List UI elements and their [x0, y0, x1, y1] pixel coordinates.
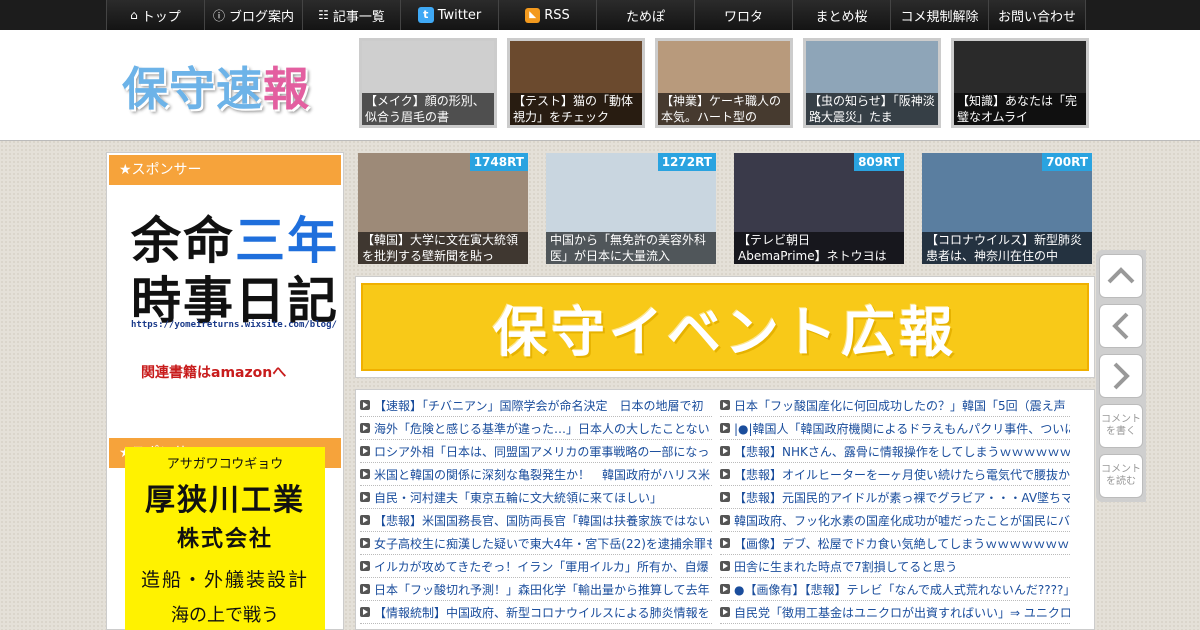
event-banner[interactable]: 保守イベント広報 — [355, 276, 1095, 378]
featured-thumb[interactable]: 【虫の知らせ】「阪神淡路大震災」たま — [803, 38, 941, 128]
play-bullet-icon — [360, 423, 370, 433]
article-lists: 【速報】「チバニアン」国際学会が命名決定 日本の地層で初 海外「危険と感じる基準… — [355, 389, 1095, 630]
ad-kana: アサガワコウギョウ — [166, 457, 284, 472]
list-item[interactable]: 【悲報】米国国務長官、国防両長官「韓国は扶養家族ではない — [360, 509, 712, 532]
rt-badge: 700RT — [1042, 153, 1092, 171]
site-logo[interactable]: 保守速報 — [122, 53, 310, 119]
play-bullet-icon — [360, 584, 370, 594]
home-icon: ⌂ — [130, 8, 138, 22]
chevron-right-icon — [1113, 362, 1130, 390]
read-comment-button[interactable]: コメントを読む — [1099, 454, 1143, 498]
nav-item-warota[interactable]: ワロタ — [694, 0, 792, 30]
ranking-item[interactable]: 1748RT 【韓国】大学に文在寅大統領を批判する壁新聞を貼っ — [358, 153, 528, 264]
scroll-top-button[interactable] — [1099, 254, 1143, 298]
sponsor-heading: ★スポンサー — [109, 155, 341, 185]
rt-ranking: 1748RT 【韓国】大学に文在寅大統領を批判する壁新聞を貼っ 1272RT 中国か… — [358, 153, 1092, 264]
nav-item-matome-sakura[interactable]: まとめ桜 — [792, 0, 890, 30]
featured-thumb[interactable]: 【知識】あなたは「完璧なオムライ — [951, 38, 1089, 128]
play-bullet-icon — [360, 492, 370, 502]
play-bullet-icon — [720, 561, 730, 571]
ranking-item[interactable]: 1272RT 中国から「無免許の美容外科医」が日本に大量流入 — [546, 153, 716, 264]
nav-item-tamepo[interactable]: ためぽ — [596, 0, 694, 30]
play-bullet-icon — [720, 538, 730, 548]
ad-company-name: 厚狭川工業 — [145, 483, 305, 518]
list-item[interactable]: 自民・河村建夫「東京五輪に文大統領に来てほしい」 — [360, 486, 712, 509]
list-icon: ☷ — [318, 8, 329, 22]
play-bullet-icon — [720, 584, 730, 594]
article-list-left: 【速報】「チバニアン」国際学会が命名決定 日本の地層で初 海外「危険と感じる基準… — [360, 394, 712, 624]
featured-thumb[interactable]: 【神業】ケーキ職人の本気。ハート型の — [655, 38, 793, 128]
site-header: 保守速報 【メイク】顔の形別、似合う眉毛の書 【テスト】猫の「動体視力」をチェッ… — [0, 30, 1200, 141]
play-bullet-icon — [720, 492, 730, 502]
list-item[interactable]: 米国と韓国の関係に深刻な亀裂発生か！ 韓国政府がハリス米 — [360, 463, 712, 486]
play-bullet-icon — [720, 607, 730, 617]
play-bullet-icon — [360, 538, 370, 548]
list-item[interactable]: 田舎に生まれた時点で7割損してると思う — [720, 555, 1070, 578]
nav-item-blog-guide[interactable]: ⓘ ブログ案内 — [204, 0, 302, 30]
ranking-item[interactable]: 700RT 【コロナウイルス】新型肺炎患者は、神奈川在住の中 — [922, 153, 1092, 264]
previous-button[interactable] — [1099, 304, 1143, 348]
list-item[interactable]: 【画像】デブ、松屋でドカ食い気絶してしまうｗｗｗｗｗｗｗ — [720, 532, 1070, 555]
chevron-left-icon — [1112, 312, 1129, 340]
list-item[interactable]: 【悲報】NHKさん、露骨に情報操作をしてしまうｗｗｗｗｗｗ — [720, 440, 1070, 463]
list-item[interactable]: ロシア外相「日本は、同盟国アメリカの軍事戦略の一部になっ — [360, 440, 712, 463]
ad-business: 造船・外艤装設計 — [140, 569, 309, 591]
nav-item-twitter[interactable]: t Twitter — [400, 0, 498, 30]
list-item[interactable]: |●|韓国人「韓国政府機関によるドラえもんパクリ事件、ついに — [720, 417, 1070, 440]
ad-corp-type: 株式会社 — [176, 527, 273, 552]
list-item[interactable]: 【悲報】オイルヒーターを一ヶ月使い続けたら電気代で腰抜か — [720, 463, 1070, 486]
list-item[interactable]: 【速報】「チバニアン」国際学会が命名決定 日本の地層で初 — [360, 394, 712, 417]
nav-item-contact[interactable]: お問い合わせ — [988, 0, 1086, 30]
ad-tagline: 海の上で戦う — [171, 605, 279, 626]
play-bullet-icon — [720, 515, 730, 525]
play-bullet-icon — [720, 469, 730, 479]
sponsor-ad-yomei[interactable]: 余命三年 時事日記 https://yomeireturns.wixsite.c… — [107, 185, 343, 405]
nav-item-rss[interactable]: ◣ RSS — [498, 0, 596, 30]
sponsor-ad-asagawa[interactable]: アサガワコウギョウ 厚狭川工業 株式会社 造船・外艤装設計 海の上で戦う — [125, 447, 325, 630]
list-item[interactable]: 日本「フッ酸切れ予測！」森田化学「輸出量から推算して去年 — [360, 578, 712, 601]
chevron-up-icon — [1107, 267, 1135, 284]
play-bullet-icon — [360, 469, 370, 479]
list-item[interactable]: 女子高校生に痴漢した疑いで東大4年・宮下岳(22)を逮捕余罪も — [360, 532, 712, 555]
top-nav-bar: ⌂ トップ ⓘ ブログ案内 ☷ 記事一覧 t Twitter ◣ RSS ためぽ ワロタ … — [0, 0, 1200, 30]
left-sidebar: ★スポンサー 余命三年 時事日記 https://yomeireturns.wi… — [106, 152, 344, 630]
list-item[interactable]: 【悲報】元国民的アイドルが素っ裸でグラビア・・・AV墜ちマ — [720, 486, 1070, 509]
nav-item-comment-unblock[interactable]: コメ規制解除 — [890, 0, 988, 30]
ranking-item[interactable]: 809RT 【テレビ朝日 AbemaPrime】ネトウヨは — [734, 153, 904, 264]
event-banner-image: 保守イベント広報 — [361, 283, 1089, 371]
nav-item-top[interactable]: ⌂ トップ — [106, 0, 204, 30]
list-item[interactable]: 韓国政府、フッ化水素の国産化成功が嘘だったことが国民にバ — [720, 509, 1070, 532]
list-item[interactable]: 自民党「徴用工基金はユニクロが出資すればいい」⇒ ユニクロ — [720, 601, 1070, 624]
play-bullet-icon — [360, 561, 370, 571]
list-item[interactable]: 日本「フッ酸国産化に何回成功したの？」韓国「5回（震え声 — [720, 394, 1070, 417]
featured-thumb[interactable]: 【メイク】顔の形別、似合う眉毛の書 — [359, 38, 497, 128]
rt-badge: 809RT — [854, 153, 904, 171]
ad-amazon-link[interactable]: 関連書籍はamazonへ — [141, 362, 286, 382]
twitter-icon: t — [417, 7, 434, 23]
article-list-right: 日本「フッ酸国産化に何回成功したの？」韓国「5回（震え声 |●|韓国人「韓国政府… — [720, 394, 1070, 624]
featured-thumb[interactable]: 【テスト】猫の「動体視力」をチェック — [507, 38, 645, 128]
rt-badge: 1748RT — [469, 153, 528, 171]
top-nav-menu: ⌂ トップ ⓘ ブログ案内 ☷ 記事一覧 t Twitter ◣ RSS ためぽ ワロタ … — [106, 0, 1086, 30]
next-button[interactable] — [1099, 354, 1143, 398]
play-bullet-icon — [360, 607, 370, 617]
write-comment-button[interactable]: コメントを書く — [1099, 404, 1143, 448]
list-item[interactable]: イルカが攻めてきたぞっ！イラン「軍用イルカ」所有か、自爆 — [360, 555, 712, 578]
list-item[interactable]: 【情報統制】中国政府、新型コロナウイルスによる肺炎情報を — [360, 601, 712, 624]
play-bullet-icon — [720, 423, 730, 433]
floating-side-buttons: コメントを書く コメントを読む — [1096, 250, 1146, 502]
featured-thumbnails: 【メイク】顔の形別、似合う眉毛の書 【テスト】猫の「動体視力」をチェック 【神業… — [359, 38, 1099, 128]
play-bullet-icon — [720, 446, 730, 456]
rt-badge: 1272RT — [657, 153, 716, 171]
play-bullet-icon — [360, 515, 370, 525]
play-bullet-icon — [720, 400, 730, 410]
rss-icon: ◣ — [525, 7, 541, 23]
nav-item-article-list[interactable]: ☷ 記事一覧 — [302, 0, 400, 30]
list-item[interactable]: 海外「危険と感じる基準が違った…」日本人の大したことない — [360, 417, 712, 440]
play-bullet-icon — [360, 400, 370, 410]
play-bullet-icon — [360, 446, 370, 456]
info-icon: ⓘ — [212, 8, 225, 23]
list-item[interactable]: ●【画像有】【悲報】テレビ「なんで成人式荒れないんだ????」 — [720, 578, 1070, 601]
ad-url: https://yomeireturns.wixsite.com/blog/ — [131, 320, 337, 330]
